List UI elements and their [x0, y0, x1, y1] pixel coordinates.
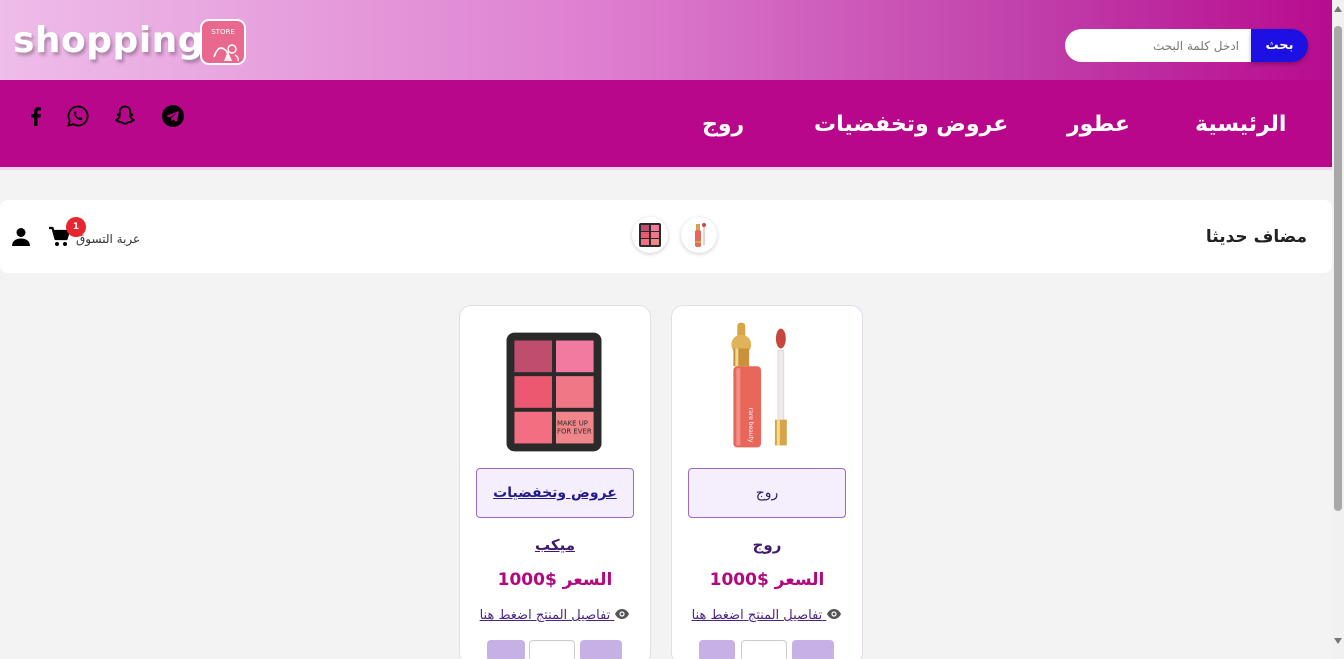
- nav-item-lipstick[interactable]: روج: [702, 112, 744, 137]
- facebook-icon[interactable]: [24, 104, 48, 128]
- telegram-icon[interactable]: [161, 104, 185, 128]
- logo-text[interactable]: shopping: [13, 20, 204, 61]
- eye-icon: [827, 609, 842, 619]
- svg-text:MAKE UP: MAKE UP: [557, 420, 588, 428]
- scroll-down-arrow-icon[interactable]: [1334, 638, 1342, 644]
- nav-item-perfumes[interactable]: عطور: [1067, 112, 1130, 137]
- eye-icon: [615, 609, 630, 619]
- lip-gloss-icon: [695, 223, 706, 247]
- logo-badge[interactable]: STORE: [200, 19, 246, 65]
- product-price: السعر $1000: [709, 570, 825, 590]
- snapchat-icon[interactable]: [113, 104, 137, 128]
- quantity-decrease-button[interactable]: [699, 640, 735, 659]
- recent-thumbnail-blush-palette[interactable]: [632, 217, 668, 253]
- quantity-increase-button[interactable]: [580, 640, 622, 659]
- product-image-lip-gloss[interactable]: rare beauty: [672, 320, 862, 460]
- whatsapp-icon[interactable]: [66, 104, 90, 128]
- scrollbar-thumb[interactable]: [1334, 26, 1342, 511]
- recent-thumbnail-lip-gloss[interactable]: [681, 217, 717, 253]
- product-price: السعر $1000: [497, 570, 613, 590]
- recently-added-bar: مضاف حديثا عربة التسوق 1: [0, 200, 1332, 273]
- quantity-input[interactable]: [529, 640, 575, 659]
- product-image-blush-palette[interactable]: MAKE UP FOR EVER: [460, 320, 650, 460]
- logo-illustration-icon: [213, 44, 239, 62]
- svg-text:rare beauty: rare beauty: [747, 408, 754, 443]
- user-icon[interactable]: [11, 227, 31, 247]
- nav-item-offers[interactable]: عروض وتخفضيات: [814, 112, 1008, 137]
- product-name[interactable]: ميكب: [460, 536, 650, 554]
- quantity-decrease-button[interactable]: [487, 640, 525, 659]
- product-details-link[interactable]: تفاصيل المنتج اضغط هنا: [672, 608, 862, 623]
- product-name: روج: [752, 536, 782, 554]
- category-button[interactable]: عروض وتخفضيات: [476, 468, 634, 518]
- details-link-text[interactable]: تفاصيل المنتج اضغط هنا: [692, 608, 823, 623]
- nav-item-home[interactable]: الرئيسية: [1195, 112, 1286, 137]
- search-input[interactable]: [1065, 29, 1251, 62]
- top-header: shopping STORE بحث: [0, 0, 1332, 80]
- category-button[interactable]: روج: [688, 468, 846, 518]
- quantity-increase-button[interactable]: [792, 640, 834, 659]
- svg-text:FOR EVER: FOR EVER: [557, 428, 592, 436]
- details-link-text[interactable]: تفاصيل المنتج اضغط هنا: [480, 608, 611, 623]
- cart-label[interactable]: عربة التسوق: [76, 232, 140, 246]
- search-bar: بحث: [1065, 29, 1308, 62]
- cart-count-badge: 1: [66, 217, 86, 237]
- quantity-input[interactable]: [741, 640, 787, 659]
- product-card: MAKE UP FOR EVER عروض وتخفضيات ميكب السع…: [459, 305, 651, 659]
- main-nav: الرئيسية عطور عروض وتخفضيات روج: [0, 80, 1332, 170]
- search-button[interactable]: بحث: [1251, 29, 1308, 62]
- scroll-up-arrow-icon[interactable]: [1334, 6, 1342, 12]
- recently-added-title: مضاف حديثا: [1205, 227, 1307, 247]
- product-card: rare beauty روج روج السعر $1000 تفاصيل ا…: [671, 305, 863, 659]
- blush-palette-icon: [639, 223, 661, 247]
- product-details-link[interactable]: تفاصيل المنتج اضغط هنا: [460, 608, 650, 623]
- page-scrollbar[interactable]: [1332, 0, 1344, 659]
